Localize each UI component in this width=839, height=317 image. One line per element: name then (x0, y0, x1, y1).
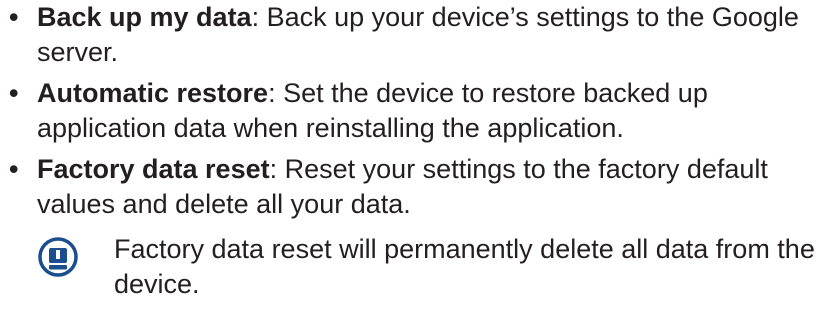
list-item-automatic-restore: • Automatic restore: Set the device to r… (0, 76, 839, 146)
bullet: • (9, 2, 19, 32)
list-item-back-up-my-data: • Back up my data: Back up your device’s… (0, 0, 839, 70)
item-term: Automatic restore (37, 78, 269, 108)
caution-note: Factory data reset will permanently dele… (37, 232, 837, 312)
item-term: Back up my data (37, 2, 252, 32)
list-item-factory-data-reset: • Factory data reset: Reset your setting… (0, 152, 839, 222)
document-page: • Back up my data: Back up your device’s… (0, 0, 839, 317)
item-term: Factory data reset (37, 154, 270, 184)
bullet: • (9, 78, 19, 108)
item-separator: : (251, 2, 260, 32)
caution-icon (38, 237, 78, 277)
item-separator: : (269, 154, 278, 184)
item-separator: : (268, 78, 276, 108)
caution-text: Factory data reset will permanently dele… (114, 234, 815, 299)
settings-list: • Back up my data: Back up your device’s… (0, 0, 839, 222)
bullet: • (9, 154, 19, 184)
